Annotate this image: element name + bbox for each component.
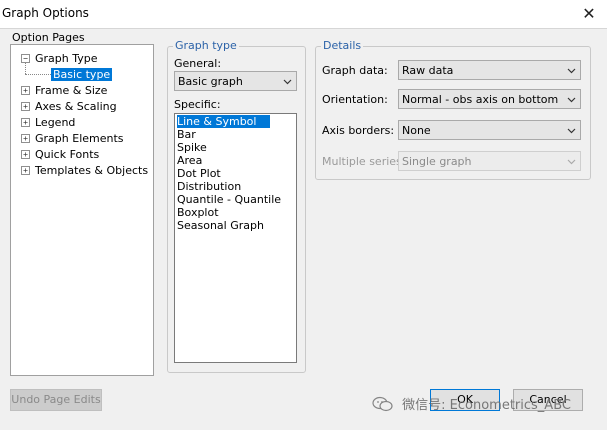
list-item-distribution[interactable]: Distribution [177,180,241,193]
list-item-bar[interactable]: Bar [177,128,196,141]
general-select-value: Basic graph [178,75,243,88]
watermark-text: 微信号: Econometrics_ABC [402,398,571,413]
expand-icon[interactable]: + [21,86,30,95]
undo-page-edits-button: Undo Page Edits [10,389,102,411]
chevron-down-icon [567,128,576,134]
list-item-quantile-quantile[interactable]: Quantile - Quantile [177,193,281,206]
expand-icon[interactable]: + [21,150,30,159]
tree-item-label: Frame & Size [35,84,108,97]
orientation-select[interactable]: Normal - obs axis on bottom [398,89,581,109]
specific-label: Specific: [174,98,221,111]
tree-item-basic-type[interactable]: Basic type [51,67,113,82]
tree-item-label: Graph Type [35,52,98,65]
wechat-logo-icon [372,396,393,412]
list-item-boxplot[interactable]: Boxplot [177,206,219,219]
expand-icon[interactable]: + [21,118,30,127]
axis-borders-select[interactable]: None [398,120,581,140]
chevron-down-icon [567,159,576,165]
expand-icon[interactable]: + [21,166,30,175]
watermark: 微信号: Econometrics_ABC [372,394,571,413]
orientation-value: Normal - obs axis on bottom [402,93,559,106]
specific-listbox[interactable]: Line & Symbol Bar Spike Area Dot Plot Di… [174,113,297,363]
chevron-down-icon [283,79,292,85]
tree-item-label: Legend [35,116,76,129]
tree-item-label: Templates & Objects [35,164,149,177]
chevron-down-icon [567,97,576,103]
multiple-series-label: Multiple series: [322,155,406,168]
general-label: General: [174,57,222,70]
list-item-seasonal-graph[interactable]: Seasonal Graph [177,219,264,232]
list-item-spike[interactable]: Spike [177,141,207,154]
tree-item-label: Graph Elements [35,132,124,145]
expand-icon[interactable]: + [21,134,30,143]
expand-icon[interactable]: + [21,102,30,111]
axis-borders-label: Axis borders: [322,124,395,137]
close-icon[interactable]: ✕ [578,4,600,24]
axis-borders-value: None [402,124,431,137]
list-item-line-symbol[interactable]: Line & Symbol [177,115,271,128]
tree-connector-branch [25,74,51,75]
option-pages-label: Option Pages [12,31,85,44]
tree-item-label: Basic type [51,68,113,81]
multiple-series-select: Single graph [398,151,581,171]
window-title: Graph Options [2,6,89,20]
list-item-dot-plot[interactable]: Dot Plot [177,167,221,180]
tree-item-label: Quick Fonts [35,148,100,161]
list-item-area[interactable]: Area [177,154,202,167]
collapse-icon[interactable]: − [21,54,30,63]
orientation-label: Orientation: [322,93,388,106]
graph-data-label: Graph data: [322,64,388,77]
title-bar: Graph Options ✕ [0,0,607,29]
option-pages-tree[interactable]: − Graph Type Basic type + Frame & Size +… [10,44,154,376]
general-select[interactable]: Basic graph [174,71,297,91]
multiple-series-value: Single graph [402,155,472,168]
graph-data-select[interactable]: Raw data [398,60,581,80]
graph-type-title: Graph type [173,39,239,52]
chevron-down-icon [567,68,576,74]
graph-data-value: Raw data [402,64,454,77]
tree-item-label: Axes & Scaling [35,100,117,113]
details-title: Details [321,39,364,52]
